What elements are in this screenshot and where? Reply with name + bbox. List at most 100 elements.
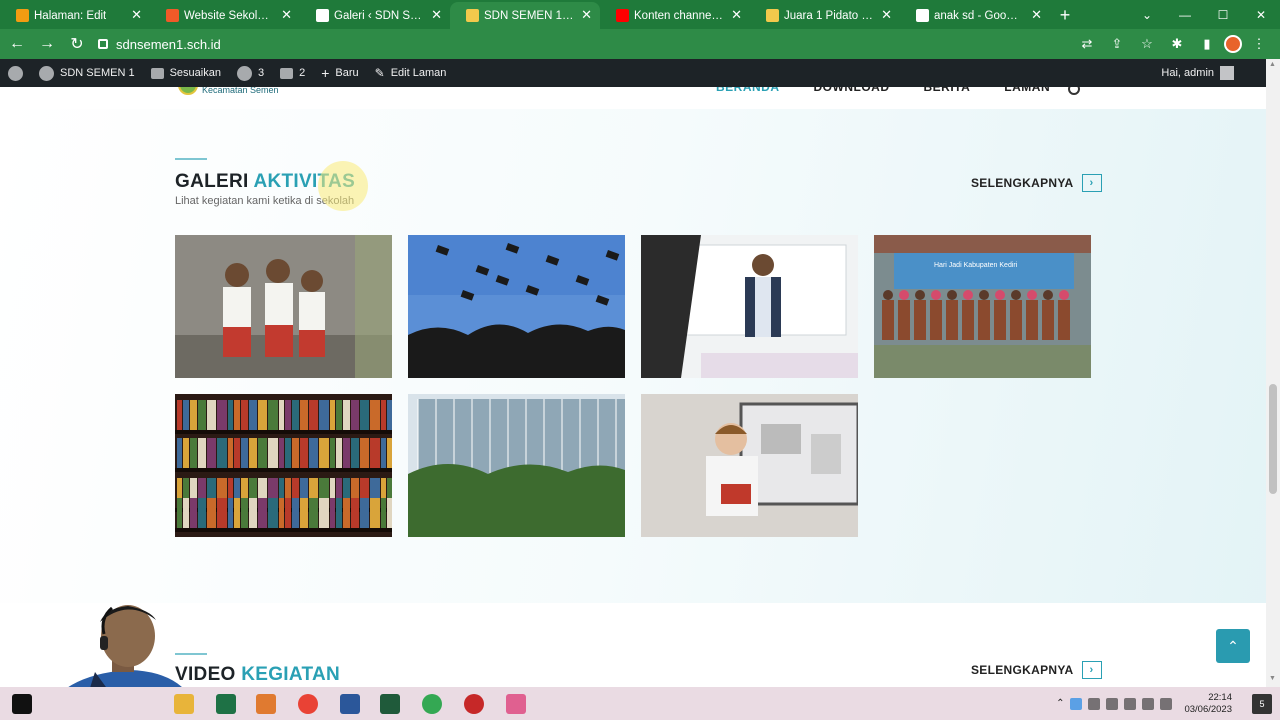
bookshelf-photo[interactable] — [175, 394, 392, 537]
back-button[interactable]: ← — [4, 31, 30, 57]
chrome-icon[interactable] — [298, 694, 318, 714]
graduation-caps-photo[interactable] — [408, 235, 625, 378]
share-icon[interactable]: ⇪ — [1104, 31, 1130, 57]
site-header: Kecamatan Semen BERANDA DOWNLOAD BERITA LAM… — [0, 87, 1266, 109]
scroll-up-arrow-icon[interactable]: ▲ — [1269, 61, 1276, 68]
new-tab-button[interactable]: + — [1050, 2, 1080, 29]
windows-start-icon[interactable] — [12, 694, 32, 714]
notification-center-icon[interactable]: 5 — [1252, 693, 1272, 714]
bookshelf-photo-image — [175, 394, 392, 537]
search-icon[interactable] — [1068, 87, 1080, 95]
file-explorer-icon[interactable] — [174, 694, 194, 714]
close-window-button[interactable]: ✕ — [1242, 0, 1280, 29]
cloud-icon[interactable] — [1088, 697, 1101, 710]
comments-count: 2 — [299, 67, 306, 79]
excel-icon[interactable] — [216, 694, 236, 714]
wifi-icon[interactable] — [1160, 697, 1173, 710]
new-content-item[interactable]: + Baru — [313, 59, 366, 87]
maximize-button[interactable]: ☐ — [1204, 0, 1242, 29]
word-icon[interactable] — [340, 694, 360, 714]
menu-item-beranda[interactable]: BERANDA — [716, 87, 780, 94]
wp-logo-item[interactable] — [0, 59, 31, 87]
edit-page-item[interactable]: ✎ Edit Laman — [367, 59, 455, 87]
clock-time: 22:14 — [1208, 691, 1232, 703]
microphone-icon[interactable] — [1106, 697, 1119, 710]
bookmark-star-icon[interactable]: ☆ — [1134, 31, 1160, 57]
tab-label: Website Sekolah | Gu — [184, 9, 274, 22]
glass-building-photo[interactable] — [408, 394, 625, 537]
account-item[interactable]: Hai, admin — [1161, 59, 1234, 87]
tab-close-icon[interactable]: ✕ — [1031, 7, 1042, 23]
chrome-alt-icon[interactable] — [422, 694, 442, 714]
tab-close-icon[interactable]: ✕ — [131, 7, 142, 23]
browser-tab[interactable]: Website Sekolah | Gu ✕ — [150, 2, 300, 29]
back-to-top-button[interactable]: ⌃ — [1216, 629, 1250, 663]
tab-label: Halaman: Edit — [34, 9, 107, 22]
lock-icon — [98, 39, 108, 49]
minimize-button[interactable]: — — [1166, 0, 1204, 29]
menu-item-download[interactable]: DOWNLOAD — [814, 87, 890, 94]
video-more-link[interactable]: SELENGKAPNYA › — [971, 661, 1102, 679]
customize-item[interactable]: Sesuaikan — [143, 59, 229, 87]
teachers-group-photo[interactable]: Hari Jadi Kabupaten Kediri — [874, 235, 1091, 378]
page-scrollbar[interactable]: ▲ ▼ — [1266, 59, 1280, 687]
translate-icon[interactable]: ⇄ — [1074, 31, 1100, 57]
profile-avatar[interactable] — [1224, 35, 1242, 53]
reload-button[interactable]: ↻ — [64, 31, 90, 57]
tab-label: Galeri ‹ SDN SEMEN 1 — [334, 9, 424, 22]
battery-icon[interactable] — [1124, 697, 1137, 710]
notification-count: 5 — [1259, 698, 1265, 709]
tray-chevron-icon[interactable]: ⌃ — [1056, 698, 1064, 709]
menu-item-berita[interactable]: BERITA — [924, 87, 971, 94]
tab-list: Halaman: Edit✕Website Sekolah | Gu✕Galer… — [0, 2, 1050, 29]
teacher-whiteboard-photo-image — [641, 235, 858, 378]
tab-close-icon[interactable]: ✕ — [431, 7, 442, 23]
tab-favicon-icon — [616, 9, 629, 22]
record-icon[interactable] — [464, 694, 484, 714]
child-robotics-photo-image — [641, 394, 858, 537]
title-accent: KEGIATAN — [241, 664, 341, 685]
extensions-icon[interactable]: ✱ — [1164, 31, 1190, 57]
customize-label: Sesuaikan — [169, 67, 221, 79]
edit-page-label: Edit Laman — [390, 67, 447, 79]
scroll-down-arrow-icon[interactable]: ▼ — [1269, 675, 1276, 682]
child-robotics-photo[interactable] — [641, 394, 858, 537]
browser-tab[interactable]: Juara 1 Pidato Bahasa ✕ — [750, 2, 900, 29]
onedrive-icon[interactable] — [1070, 697, 1083, 710]
site-logo[interactable]: Kecamatan Semen — [178, 87, 279, 95]
tab-close-icon[interactable]: ✕ — [581, 7, 592, 23]
browser-tab[interactable]: Konten channel - You ✕ — [600, 2, 750, 29]
address-bar[interactable]: sdnsemen1.sch.id — [98, 37, 221, 52]
snipping-tool-icon[interactable] — [506, 694, 526, 714]
tab-favicon-icon — [766, 9, 779, 22]
sidebar-icon[interactable]: ▮ — [1194, 31, 1220, 57]
comments-item[interactable]: 2 — [272, 59, 313, 87]
tab-label: anak sd - Google Pen — [934, 9, 1024, 22]
site-name-item[interactable]: SDN SEMEN 1 — [31, 59, 143, 87]
browser-tab[interactable]: Halaman: Edit ✕ — [0, 2, 150, 29]
updates-item[interactable]: 3 — [229, 59, 272, 87]
browser-tab[interactable]: Galeri ‹ SDN SEMEN 1 ✕ — [300, 2, 450, 29]
forward-button[interactable]: → — [34, 31, 60, 57]
tab-close-icon[interactable]: ✕ — [731, 7, 742, 23]
new-label: Baru — [335, 67, 359, 79]
camtasia-icon[interactable] — [380, 694, 400, 714]
teachers-group-photo-image: Hari Jadi Kabupaten Kediri — [874, 235, 1091, 378]
tab-close-icon[interactable]: ✕ — [881, 7, 892, 23]
browser-tab[interactable]: anak sd - Google Pen ✕ — [900, 2, 1050, 29]
system-tray: ⌃ 22:14 03/06/2023 5 — [1056, 687, 1280, 720]
volume-icon[interactable] — [1142, 697, 1155, 710]
browser-tab[interactable]: SDN SEMEN 1 – Kec. ✕ — [450, 2, 600, 29]
teacher-whiteboard-photo[interactable] — [641, 235, 858, 378]
scroll-thumb[interactable] — [1269, 384, 1277, 494]
menu-kebab-icon[interactable]: ⋮ — [1246, 31, 1272, 57]
gallery-more-link[interactable]: SELENGKAPNYA › — [971, 174, 1102, 192]
tab-search-icon[interactable]: ⌄ — [1128, 0, 1166, 29]
students-walking-photo[interactable] — [175, 235, 392, 378]
tab-label: Konten channel - You — [634, 9, 724, 22]
browser-tab-strip: Halaman: Edit✕Website Sekolah | Gu✕Galer… — [0, 0, 1280, 29]
tab-close-icon[interactable]: ✕ — [281, 7, 292, 23]
system-clock[interactable]: 22:14 03/06/2023 — [1184, 692, 1232, 716]
menu-item-laman[interactable]: LAMAN — [1004, 87, 1050, 94]
media-player-icon[interactable] — [256, 694, 276, 714]
